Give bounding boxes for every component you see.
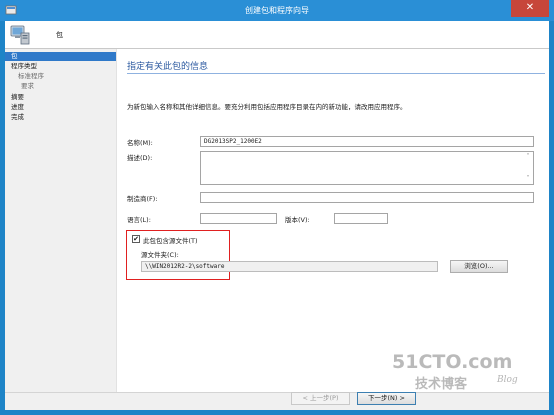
- page-title: 指定有关此包的信息: [127, 62, 209, 72]
- next-button[interactable]: 下一步(N) >: [357, 392, 416, 405]
- watermark-blog: Blog: [497, 375, 518, 385]
- name-field[interactable]: DG2013SP2_1200E2: [200, 136, 534, 147]
- scroll-down-arrow-icon[interactable]: ˅: [524, 175, 532, 183]
- browse-button[interactable]: 浏览(O)...: [450, 260, 508, 273]
- nav-item-summary[interactable]: 摘要: [5, 93, 24, 102]
- manufacturer-field[interactable]: [200, 192, 534, 203]
- description-label: 描述(D):: [127, 154, 153, 162]
- language-label: 语言(L):: [127, 216, 151, 224]
- close-button[interactable]: ✕: [511, 0, 549, 17]
- nav-item-package[interactable]: 包: [5, 52, 116, 61]
- name-label: 名称(M):: [127, 139, 153, 147]
- wizard-footer: < 上一步(P) 下一步(N) >: [5, 392, 549, 410]
- title-divider: [127, 73, 545, 74]
- wizard-header: 包: [5, 21, 549, 48]
- nav-item-standard-program[interactable]: 标准程序: [5, 72, 44, 81]
- nav-item-requirements[interactable]: 要求: [5, 82, 34, 91]
- nav-item-completion[interactable]: 完成: [5, 113, 24, 122]
- previous-button[interactable]: < 上一步(P): [291, 392, 350, 405]
- version-label: 版本(V):: [285, 216, 310, 224]
- contains-source-checkbox[interactable]: ✔: [132, 235, 140, 243]
- version-field[interactable]: [334, 213, 388, 224]
- manufacturer-label: 制造商(F):: [127, 195, 158, 203]
- title-bar: 创建包和程序向导 ✕: [0, 0, 554, 21]
- source-folder-label: 源文件夹(C):: [141, 251, 179, 259]
- header-title: 包: [56, 31, 63, 39]
- computer-package-icon: [10, 25, 30, 45]
- watermark-51cto: 51CTO.com: [392, 351, 513, 373]
- watermark-tech-blog: 技术博客: [415, 377, 468, 392]
- nav-item-program-type[interactable]: 程序类型: [5, 62, 37, 71]
- source-folder-field[interactable]: \\WIN2012R2-2\software: [141, 261, 438, 272]
- scroll-up-arrow-icon[interactable]: ˄: [524, 153, 532, 161]
- wizard-main: 指定有关此包的信息 为新包输入名称和其他详细信息。要充分利用包括应用程序目录在内…: [116, 49, 549, 392]
- window-title: 创建包和程序向导: [245, 6, 309, 15]
- language-field[interactable]: [200, 213, 277, 224]
- instructions-text: 为新包输入名称和其他详细信息。要充分利用包括应用程序目录在内的新功能，请改用应用…: [127, 103, 407, 111]
- nav-item-progress[interactable]: 进度: [5, 103, 24, 112]
- contains-source-label: 此包包含源文件(T): [143, 237, 198, 245]
- description-field[interactable]: ˄ ˅: [200, 151, 534, 185]
- wizard-nav: 包 程序类型 标准程序 要求 摘要 进度 完成: [5, 49, 116, 392]
